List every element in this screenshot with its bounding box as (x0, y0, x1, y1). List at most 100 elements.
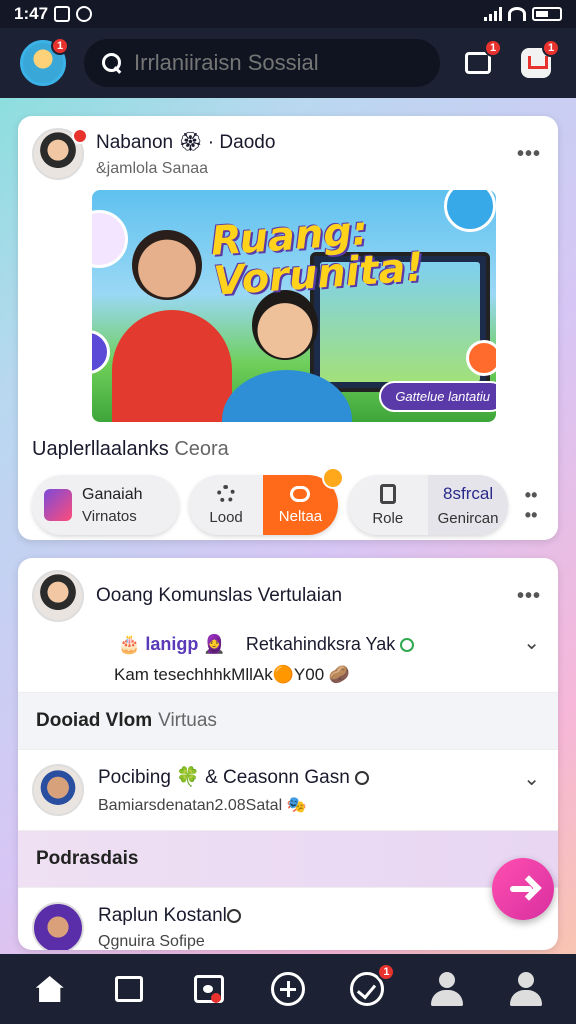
group-button[interactable]: Ganaiah Virnatos (32, 475, 179, 535)
nav-friends[interactable] (419, 961, 475, 1017)
load-notes-group: Lood Neltaa (188, 467, 344, 535)
social-button[interactable]: 8sfrcal Genircan (427, 475, 509, 535)
shield-icon (76, 6, 93, 22)
chevron-icon[interactable]: ⌄ (523, 630, 540, 655)
status-left: 1:47 (14, 4, 93, 24)
nav-photos[interactable] (181, 961, 237, 1017)
hero-tag[interactable]: Gattelue lantatiu (379, 381, 496, 412)
community-feed-card: Ooang Komunslas Vertulaian ••• 🎂 lanigp … (18, 558, 558, 950)
item2-sub: Qgnuira Sofipe (98, 933, 205, 950)
community-meta: Ooang Komunslas Vertulaian (96, 585, 502, 607)
tag-right-wrap[interactable]: Retkahindksra Yak (245, 634, 415, 655)
document-icon (379, 483, 396, 504)
game-icon (44, 489, 72, 521)
compose-badge: 1 (484, 39, 502, 57)
nav-compose[interactable] (101, 961, 157, 1017)
boy-head (132, 230, 202, 300)
community-post: Ooang Komunslas Vertulaian ••• 🎂 lanigp … (18, 558, 558, 692)
activity-badge: 1 (377, 963, 396, 981)
gear-icon (217, 484, 236, 503)
post-hero-image[interactable]: Ruang: Vorunita! Gattelue lantatiu (92, 190, 496, 422)
heart-bubble-icon (466, 340, 496, 376)
role-social-group: Role 8sfrcal Genircan (347, 475, 509, 535)
caption-main: Uaplerllaalanks (32, 438, 169, 460)
signal-icon (484, 7, 502, 21)
status-time: 1:47 (14, 4, 49, 23)
section-header-virtual: Dooiad Vlom Virtuas (18, 692, 558, 750)
search-icon (102, 53, 122, 73)
bottom-nav: 1 (0, 954, 576, 1024)
notification-icon (54, 6, 71, 22)
item2-avatar (32, 902, 84, 950)
info-icon (355, 770, 370, 785)
profile-avatar[interactable]: 1 (20, 37, 69, 86)
status-bar: 1:47 (0, 0, 576, 28)
more-options-icon[interactable]: ••• (514, 143, 544, 166)
post-subtitle: &jamlola Sanaa (96, 160, 209, 177)
notes-label: Neltaa (278, 507, 323, 525)
inbox-badge: 1 (542, 39, 560, 57)
chevron-icon[interactable]: ⌄ (523, 766, 540, 791)
item-sub: Bamiarsdenatan2.08Satal 🎭 (98, 797, 307, 814)
social-sub: Genircan (437, 509, 499, 527)
plus-icon (270, 972, 305, 1006)
app-header: 1 1 1 (0, 28, 576, 98)
people-bubble-icon (92, 330, 110, 374)
community-tags: 🎂 lanigp 🧕 Retkahindksra Yak (118, 634, 544, 655)
user-icon (430, 972, 463, 1006)
community-line: Kam tesechhhkMllAk🟠Y00 🥔 (114, 665, 351, 684)
nav-profile[interactable] (498, 961, 554, 1017)
social-label: 8sfrcal (443, 483, 494, 503)
caption-light: Ceora (174, 438, 229, 460)
item-text: Pocibing 🍀 & Ceasonn Gasn Bamiarsdenatan… (98, 765, 370, 815)
community-title[interactable]: Ooang Komunslas Vertulaian (96, 585, 502, 607)
load-button[interactable]: Lood (189, 475, 263, 535)
battery-icon (532, 7, 562, 21)
home-icon (35, 976, 64, 1002)
wifi-icon (508, 7, 526, 21)
item2-title: Raplun Kostanl (98, 905, 241, 927)
community-more-icon[interactable]: ••• (514, 585, 544, 608)
section-title: Dooiad Vlom (36, 710, 153, 731)
section-header-podcast: Podrasdais (18, 830, 558, 888)
load-label: Lood (209, 508, 243, 526)
nav-home[interactable] (22, 961, 78, 1017)
item2-text: Raplun Kostanl Qgnuira Sofipe (98, 905, 241, 950)
photo-dot (210, 993, 221, 1003)
tag-right: Retkahindksra Yak (245, 634, 396, 654)
community-post-header: Ooang Komunslas Vertulaian ••• (32, 570, 544, 622)
gift-bubble-icon (92, 210, 128, 268)
post-author[interactable]: Nabanon 🏵 · Daodo (96, 130, 502, 154)
nav-activity[interactable]: 1 (339, 961, 396, 1017)
list-item[interactable]: Pocibing 🍀 & Ceasonn Gasn Bamiarsdenatan… (18, 750, 558, 830)
inbox-button[interactable]: 1 (516, 39, 560, 83)
item-avatar (32, 764, 84, 816)
search-bar[interactable] (84, 39, 440, 87)
arrow-right-icon (510, 878, 536, 900)
role-label: Role (372, 509, 404, 527)
featured-post-card: Nabanon 🏵 · Daodo &jamlola Sanaa ••• Rua… (18, 116, 558, 540)
compose-button[interactable]: 1 (458, 39, 502, 83)
list-item[interactable]: Raplun Kostanl Qgnuira Sofipe (18, 888, 558, 950)
edit-icon (115, 976, 144, 1002)
post-caption: Uaplerllaalanks Ceora (32, 438, 544, 461)
boy-figure (112, 310, 232, 422)
group-sub: Virnatos (82, 507, 137, 525)
community-avatar[interactable] (32, 570, 84, 622)
verified-icon (400, 638, 415, 653)
role-button[interactable]: Role (348, 475, 428, 535)
author-avatar[interactable] (32, 128, 88, 180)
info-icon (226, 908, 241, 923)
section2-title: Podrasdais (36, 848, 139, 869)
search-input[interactable] (134, 50, 422, 76)
post-actions: Ganaiah Virnatos Lood Neltaa Role 8sfrca… (32, 467, 544, 535)
more-actions-icon[interactable]: •• •• (518, 486, 544, 524)
nav-create[interactable] (260, 961, 316, 1017)
share-fab[interactable] (492, 858, 554, 920)
section-light: Virtuas (158, 710, 217, 731)
profile-badge: 1 (51, 37, 69, 55)
chat-icon (290, 485, 311, 502)
tag-purple[interactable]: 🎂 lanigp 🧕 (118, 634, 226, 655)
post-header: Nabanon 🏵 · Daodo &jamlola Sanaa ••• (32, 128, 544, 180)
notes-badge (321, 467, 344, 489)
